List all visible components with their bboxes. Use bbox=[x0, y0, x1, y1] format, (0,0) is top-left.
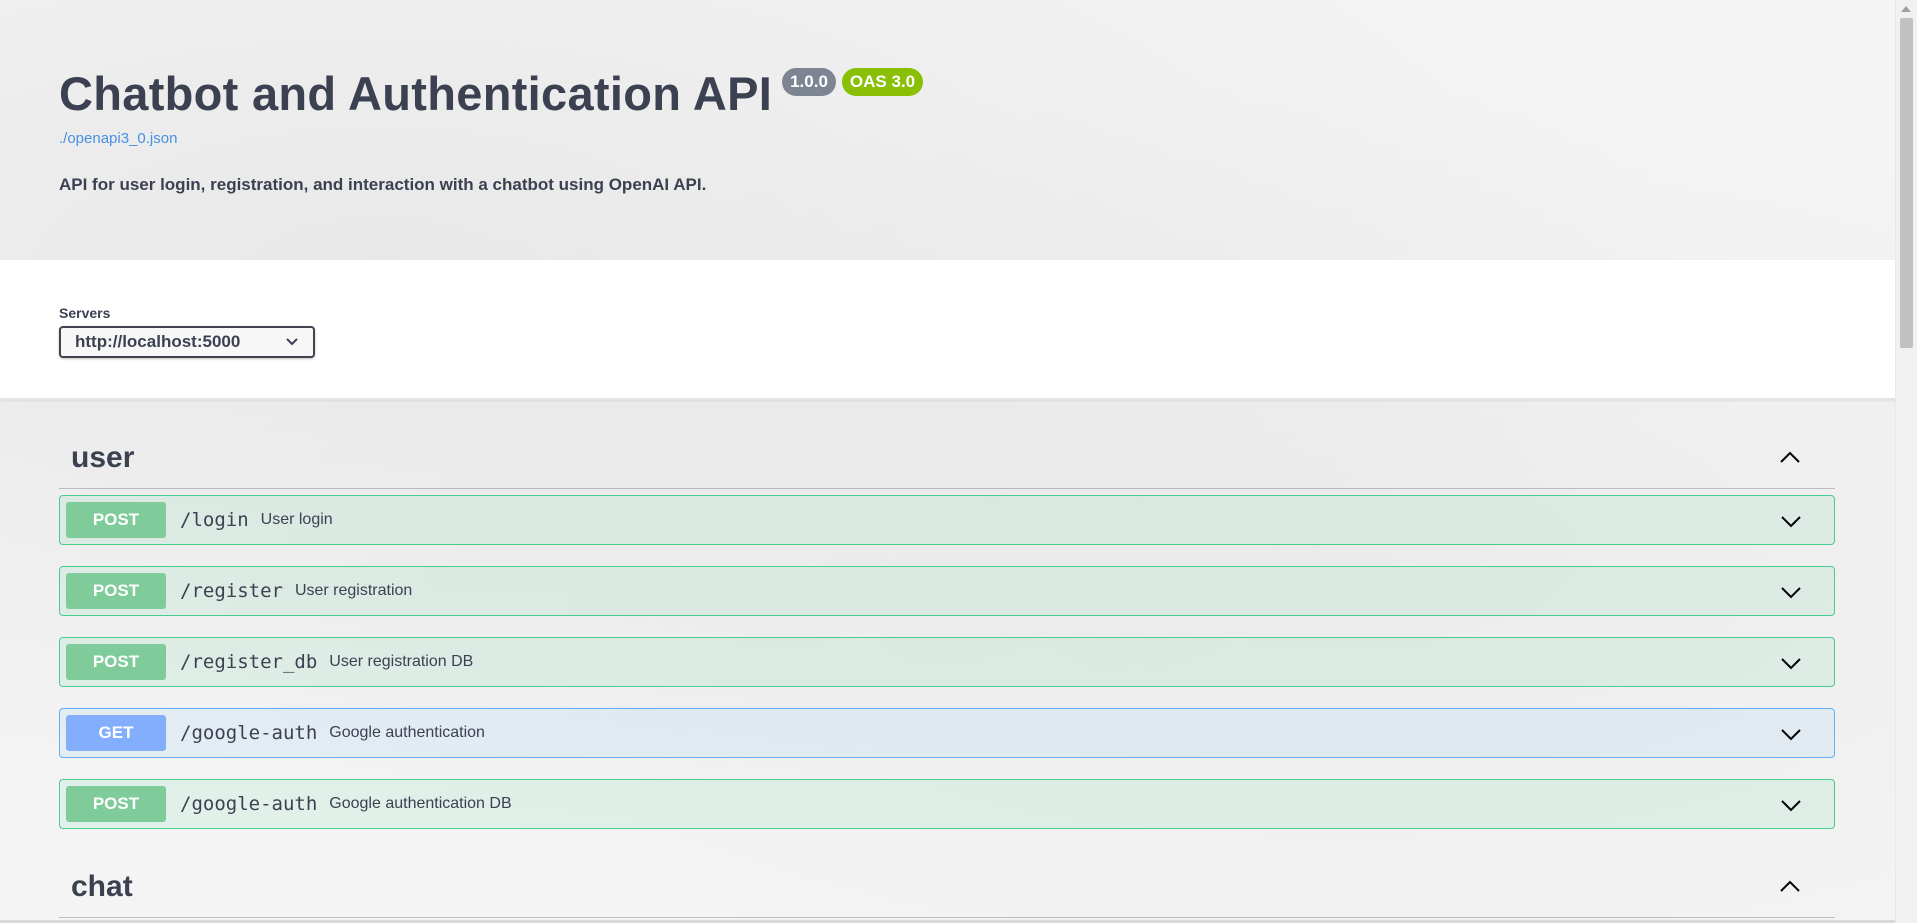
api-title: Chatbot and Authentication API bbox=[59, 67, 773, 120]
title-row: Chatbot and Authentication API 1.0.0 OAS… bbox=[59, 60, 1759, 128]
server-select[interactable]: http://localhost:5000 bbox=[59, 326, 315, 358]
api-info: Chatbot and Authentication API 1.0.0 OAS… bbox=[59, 60, 1759, 195]
tag-header-user[interactable]: user bbox=[59, 428, 1835, 489]
operation-summary: Google authentication bbox=[329, 724, 485, 741]
server-select-value: http://localhost:5000 bbox=[75, 332, 241, 351]
version-badge: 1.0.0 bbox=[782, 68, 836, 96]
method-badge: POST bbox=[66, 786, 166, 822]
scroll-up-arrow-icon[interactable] bbox=[1901, 6, 1911, 12]
tag-header-chat[interactable]: chat bbox=[59, 857, 1835, 918]
chevron-down-icon[interactable] bbox=[1778, 792, 1804, 818]
method-badge: POST bbox=[66, 502, 166, 538]
operation-path: /register_db bbox=[180, 651, 318, 673]
oas-badge: OAS 3.0 bbox=[841, 68, 924, 96]
chevron-down-icon bbox=[286, 338, 298, 346]
operation-path: /login bbox=[180, 509, 249, 531]
vertical-scrollbar[interactable] bbox=[1895, 0, 1917, 923]
method-badge: GET bbox=[66, 715, 166, 751]
swagger-page: Chatbot and Authentication API 1.0.0 OAS… bbox=[0, 0, 1896, 923]
operation-get-google-auth[interactable]: GET /google-auth Google authentication bbox=[59, 708, 1835, 758]
chevron-up-icon[interactable] bbox=[1777, 445, 1803, 471]
chevron-down-icon[interactable] bbox=[1778, 579, 1804, 605]
chevron-down-icon[interactable] bbox=[1778, 721, 1804, 747]
method-badge: POST bbox=[66, 644, 166, 680]
servers-label: Servers bbox=[59, 305, 111, 321]
operation-post-google-auth[interactable]: POST /google-auth Google authentication … bbox=[59, 779, 1835, 829]
servers-section: Servers http://localhost:5000 bbox=[0, 260, 1896, 400]
chevron-up-icon[interactable] bbox=[1777, 874, 1803, 900]
tag-section-user: user POST /login User login POST /regist… bbox=[59, 428, 1835, 850]
operation-post-register[interactable]: POST /register User registration bbox=[59, 566, 1835, 616]
spec-link[interactable]: ./openapi3_0.json bbox=[59, 130, 1759, 147]
operation-summary: User registration bbox=[294, 582, 413, 599]
operations-list: POST /login User login POST /register Us… bbox=[59, 495, 1835, 829]
tag-name: user bbox=[71, 441, 135, 474]
operation-post-register-db[interactable]: POST /register_db User registration DB bbox=[59, 637, 1835, 687]
chevron-down-icon[interactable] bbox=[1778, 508, 1804, 534]
operation-path: /google-auth bbox=[180, 793, 318, 815]
scroll-thumb[interactable] bbox=[1900, 18, 1913, 348]
operation-summary: User login bbox=[260, 511, 333, 528]
operation-post-login[interactable]: POST /login User login bbox=[59, 495, 1835, 545]
operation-summary: User registration DB bbox=[329, 653, 474, 670]
api-description: API for user login, registration, and in… bbox=[59, 175, 707, 194]
method-badge: POST bbox=[66, 573, 166, 609]
operation-summary: Google authentication DB bbox=[329, 795, 512, 812]
chevron-down-icon[interactable] bbox=[1778, 650, 1804, 676]
operation-path: /register bbox=[180, 580, 283, 602]
tag-name: chat bbox=[71, 870, 133, 903]
tag-section-chat: chat bbox=[59, 857, 1835, 918]
operation-path: /google-auth bbox=[180, 722, 318, 744]
